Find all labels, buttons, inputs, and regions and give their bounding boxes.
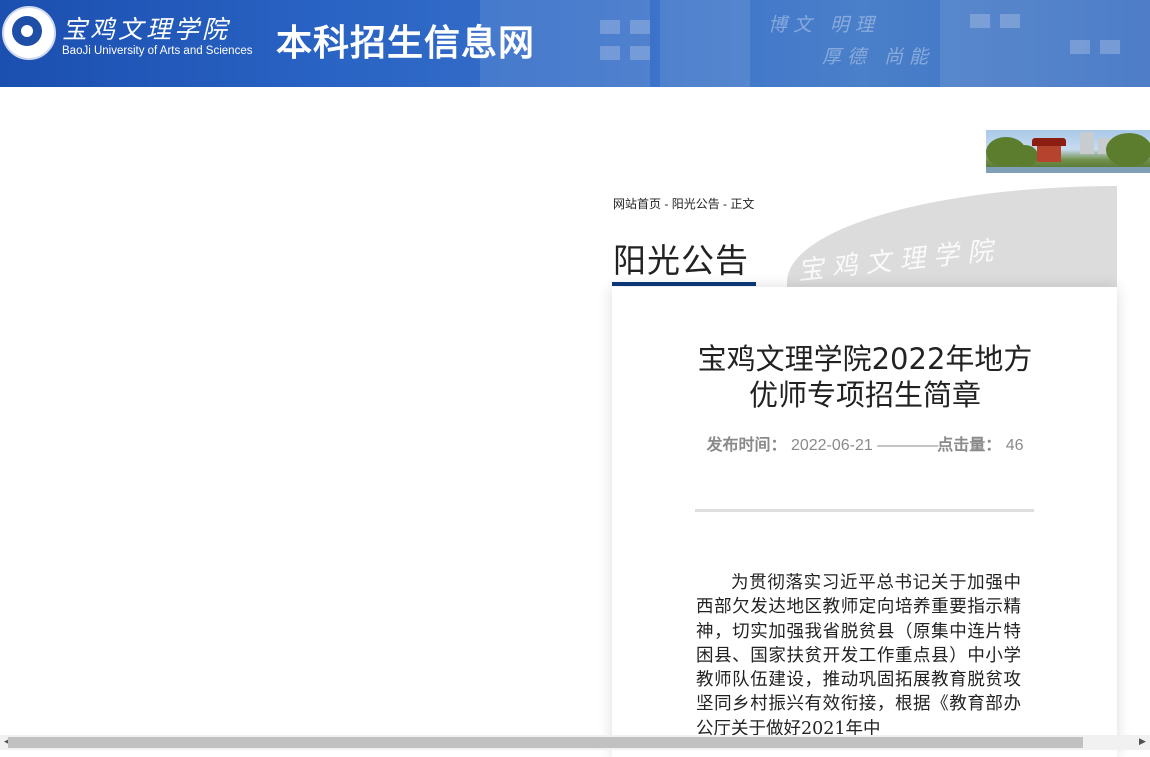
motto-line-1: 博文 明理 [768, 14, 881, 36]
school-name-cn: 宝鸡文理学院 [62, 15, 231, 44]
breadcrumb: 网站首页 - 阳光公告 - 正文 [613, 195, 754, 212]
article-body: 为贯彻落实习近平总书记关于加强中西部欠发达地区教师定向培养重要指示精神，切实加强… [696, 573, 1021, 739]
campus-pavilion-photo [986, 130, 1150, 173]
section-title-underline [612, 282, 756, 286]
section-title: 阳光公告 [613, 241, 749, 280]
meta-dashes: ———— [877, 437, 938, 454]
photo-building [1080, 132, 1094, 154]
scroll-right-arrow-icon[interactable]: ▶ [1135, 735, 1150, 750]
breadcrumb-separator: - [719, 197, 731, 211]
breadcrumb-home-link[interactable]: 网站首页 [613, 197, 661, 211]
breadcrumb-category-link[interactable]: 阳光公告 [672, 197, 720, 211]
banner-window [970, 14, 990, 28]
publish-date-value: 2022-06-21 [790, 437, 873, 454]
article-title: 宝鸡文理学院2022年地方优师专项招生简章 [697, 342, 1033, 412]
school-name-en: BaoJi University of Arts and Sciences [62, 45, 253, 57]
photo-pavilion-roof [1032, 138, 1066, 146]
photo-water [986, 167, 1150, 173]
view-count-label: 点击量： [937, 437, 1002, 454]
banner-window [600, 46, 620, 60]
photo-tree [1012, 145, 1038, 167]
banner-window [630, 20, 650, 34]
photo-pavilion [1037, 146, 1061, 162]
banner-building-bg [660, 0, 750, 87]
banner-window [1000, 14, 1020, 28]
scrollbar-thumb[interactable] [8, 737, 1083, 748]
site-title: 本科招生信息网 [276, 22, 536, 64]
banner-window [630, 46, 650, 60]
view-count-value: 46 [1005, 437, 1024, 454]
motto-line-2: 厚德 尚能 [822, 46, 935, 68]
breadcrumb-separator: - [661, 197, 672, 211]
publish-date-label: 发布时间： [706, 437, 787, 454]
banner-window [1070, 40, 1090, 54]
horizontal-scrollbar[interactable]: ◀ ▶ [0, 735, 1150, 750]
article-meta: 发布时间： 2022-06-21 ————点击量： 46 [700, 436, 1030, 455]
breadcrumb-current: 正文 [730, 197, 755, 211]
article-divider [695, 509, 1034, 512]
photo-tree [1106, 133, 1150, 167]
banner-window [600, 20, 620, 34]
banner-window [1100, 40, 1120, 54]
university-logo-icon[interactable] [2, 6, 56, 60]
header-banner: 宝鸡文理学院 BaoJi University of Arts and Scie… [0, 0, 1150, 87]
